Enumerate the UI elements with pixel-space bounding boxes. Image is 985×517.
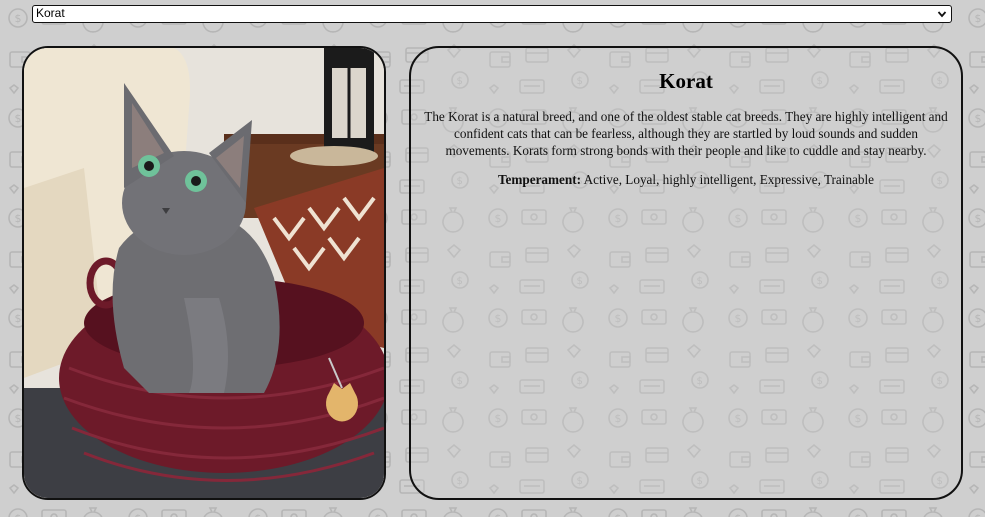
breed-select-value: Korat <box>36 6 65 20</box>
cat-photo <box>24 48 384 498</box>
breed-info-card: Korat The Korat is a natural breed, and … <box>409 46 963 500</box>
breed-description: The Korat is a natural breed, and one of… <box>424 109 948 158</box>
breed-image <box>22 46 386 500</box>
temperament-value: Active, Loyal, highly intelligent, Expre… <box>583 172 875 187</box>
temperament-label: Temperament: <box>497 172 581 187</box>
chevron-down-icon <box>937 11 947 18</box>
breed-name: Korat <box>659 69 713 93</box>
breed-select[interactable]: Korat <box>32 5 952 23</box>
breed-temperament: Temperament: Active, Loyal, highly intel… <box>423 171 949 188</box>
